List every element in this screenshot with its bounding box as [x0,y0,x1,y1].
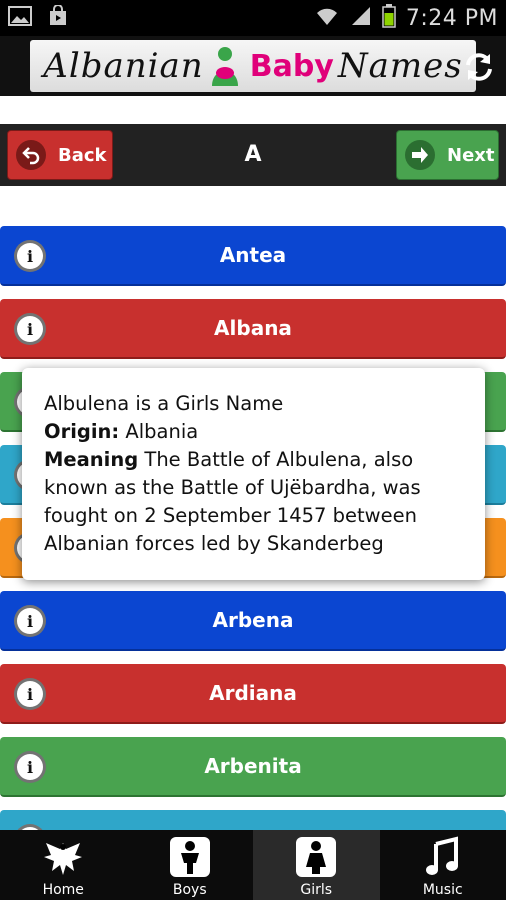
girl-icon [295,836,337,878]
eagle-icon [42,836,84,878]
battery-icon [382,4,396,32]
music-note-icon [422,836,464,878]
info-icon[interactable]: i [14,313,46,345]
gallery-icon [8,5,32,31]
name-label: Antea [219,243,287,267]
popup-title: Albulena is a Girls Name [44,392,284,415]
origin-label: Origin: [44,420,120,443]
origin-value: Albania [119,420,199,443]
next-arrow-icon [405,140,435,170]
status-bar: 7:24 PM [0,0,506,36]
meaning-label: Meaning [44,448,139,471]
next-button[interactable]: Next [396,130,499,180]
list-item[interactable]: i Arbenita [0,737,506,797]
info-icon[interactable]: i [14,751,46,783]
popup-origin: Origin: Albania [44,418,463,446]
tab-girls-label: Girls [300,882,333,898]
tab-home-label: Home [42,882,84,898]
info-icon[interactable]: i [14,240,46,272]
banner-title-left: Albanian [43,46,204,86]
name-label: Arbenita [204,754,302,778]
tab-music[interactable]: Music [380,830,506,900]
tab-home[interactable]: Home [0,830,127,900]
store-icon [46,4,70,31]
letter-navigation-bar: Back A Next [0,124,506,186]
name-label: Albana [214,316,292,340]
list-item[interactable]: i Arbena [0,591,506,651]
wifi-icon [314,5,340,31]
tab-girls[interactable]: Girls [253,830,380,900]
name-label: Ardiana [209,681,297,705]
banner-title-right: Names [337,46,463,86]
refresh-icon[interactable] [462,50,496,84]
info-icon[interactable]: i [14,678,46,710]
name-details-popup[interactable]: Albulena is a Girls Name Origin: Albania… [22,368,485,580]
list-item[interactable]: i Albana [0,299,506,359]
tab-music-label: Music [422,882,463,898]
name-label: Arbena [212,608,294,632]
info-icon[interactable]: i [14,605,46,637]
list-item[interactable]: i Ardiana [0,664,506,724]
tab-boys-label: Boys [172,882,207,898]
app-logo: Albanian Baby Names [30,40,476,92]
boy-icon [169,836,211,878]
status-time: 7:24 PM [405,5,498,31]
next-label: Next [447,144,495,166]
banner-title-baby: Baby [249,48,334,84]
signal-icon [350,5,372,31]
popup-meaning: Meaning The Battle of Albulena, also kno… [44,446,463,558]
app-banner: Albanian Baby Names [0,36,506,96]
bottom-tab-bar: Home Boys Girls Music [0,830,506,900]
list-item[interactable]: i Antea [0,226,506,286]
tab-boys[interactable]: Boys [127,830,254,900]
mother-baby-logo-icon [208,46,242,86]
